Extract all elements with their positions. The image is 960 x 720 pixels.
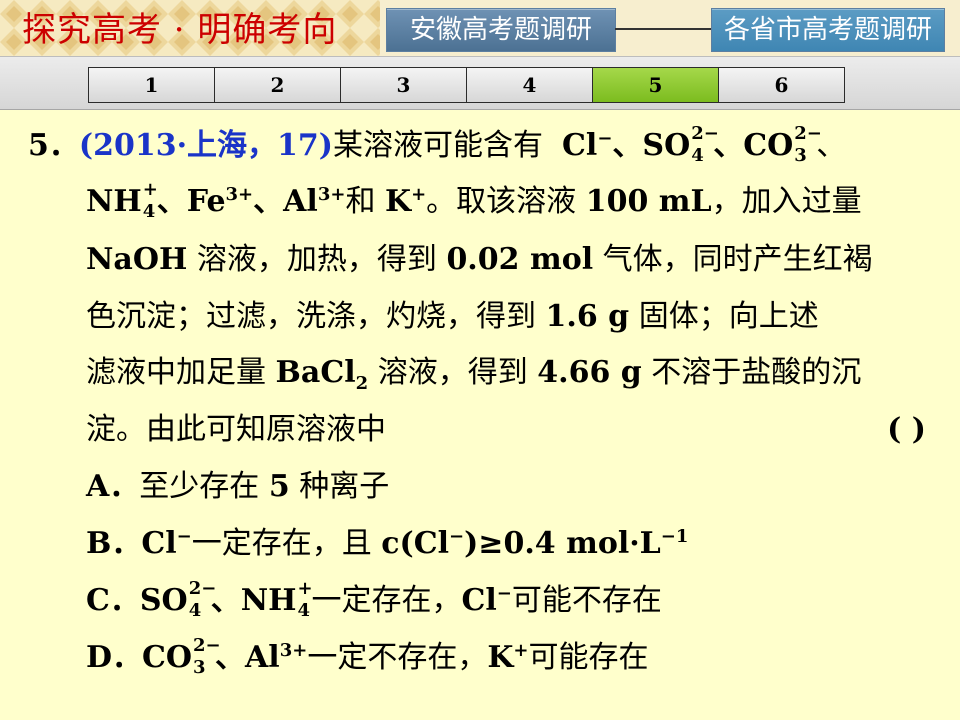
- option-text: 可能存在: [528, 640, 649, 675]
- charge: 3+: [317, 184, 346, 205]
- reagent-naoh: NaOH: [86, 242, 188, 277]
- option-label: B．: [86, 526, 142, 561]
- ion-script: 2− 3: [794, 123, 822, 166]
- option-text: 一定不存在，: [307, 640, 488, 675]
- ion-nh4: 、NH: [210, 583, 297, 618]
- ion-cl: Cl: [461, 583, 497, 618]
- question-number: 5．: [28, 128, 79, 163]
- ion-cl: Cl: [141, 526, 177, 561]
- divider-line: [615, 28, 711, 30]
- charge: 3+: [279, 640, 308, 661]
- ion-cl: Cl: [562, 128, 598, 163]
- question-line-1: 5．(2013·上海，17)某溶液可能含有 Cl−、SO 2− 4 、CO 2− 3、: [28, 123, 846, 167]
- question-text: 溶液，得到: [377, 355, 528, 390]
- volume-value: 100 mL: [585, 184, 712, 219]
- tab-2[interactable]: 2: [215, 68, 341, 102]
- ion-al: 、Al: [253, 184, 318, 219]
- ion-script: 2− 4: [691, 123, 719, 166]
- question-tab-bar: 1 2 3 4 5 6: [0, 56, 960, 110]
- ion-script: +4: [142, 179, 158, 222]
- option-text: 可能不存在: [511, 583, 662, 618]
- charge: −: [597, 128, 613, 149]
- ion-script: 2− 4: [188, 578, 217, 621]
- question-content: 5．(2013·上海，17)某溶液可能含有 Cl−、SO 2− 4 、CO 2− 3、 N…: [0, 112, 960, 720]
- ion-fe: 、Fe: [156, 184, 226, 219]
- option-b[interactable]: B．Cl−一定存在，且 c(Cl−)≥0.4 mol·L−1: [86, 524, 688, 564]
- ion-so4: 、SO: [612, 128, 691, 163]
- option-d[interactable]: D．CO 2− 3 、Al3+一定不存在，K+可能存在: [86, 635, 649, 679]
- option-text: 种离子: [299, 469, 390, 504]
- page-title: 探究高考 · 明确考向: [22, 10, 338, 50]
- question-text: 色沉淀；过滤，洗涤，灼烧，得到: [86, 299, 536, 334]
- ion-so4: SO: [139, 583, 188, 618]
- question-source: (2013·上海，17): [78, 128, 333, 163]
- reagent-bacl2: BaCl: [275, 355, 356, 390]
- option-label: C．: [86, 583, 140, 618]
- ion-k: K: [487, 640, 514, 675]
- ion-nh4: NH: [86, 184, 142, 219]
- question-text: 滤液中加足量: [86, 355, 266, 390]
- question-line-6: 淀。由此可知原溶液中 ( ): [86, 410, 926, 450]
- gas-amount: 0.02 mol: [446, 242, 594, 277]
- concentration-expression: c(Cl: [381, 526, 450, 561]
- ion-co3: 、CO: [713, 128, 794, 163]
- tab-6[interactable]: 6: [719, 68, 844, 102]
- ion-co3: CO: [142, 640, 193, 675]
- question-line-3: NaOH 溶液，加热，得到 0.02 mol 气体，同时产生红褐: [86, 240, 873, 280]
- question-text: ，加入过量: [711, 184, 862, 219]
- question-text: 气体，同时产生红褐: [602, 242, 873, 277]
- charge: −: [176, 526, 192, 547]
- answer-blank: ( ): [887, 412, 926, 447]
- tab-4[interactable]: 4: [467, 68, 593, 102]
- ion-script: 2− 3: [193, 635, 221, 678]
- tab-1[interactable]: 1: [89, 68, 215, 102]
- subscript: 2: [355, 373, 369, 394]
- tab-3[interactable]: 3: [341, 68, 467, 102]
- anhui-exam-button[interactable]: 安徽高考题调研: [386, 8, 616, 52]
- charge: −: [496, 583, 512, 604]
- option-text: 一定存在，: [311, 583, 462, 618]
- charge: −: [449, 526, 465, 547]
- question-text: 不溶于盐酸的沉: [651, 355, 862, 390]
- question-line-4: 色沉淀；过滤，洗涤，灼烧，得到 1.6 g 固体；向上述: [86, 297, 819, 337]
- question-line-2: NH +4 、Fe3+、Al3+和 K+。取该溶液 100 mL，加入过量: [86, 179, 862, 223]
- concentration-expression: )≥0.4 mol·L: [464, 526, 661, 561]
- option-a[interactable]: A．至少存在 5 种离子: [86, 467, 389, 507]
- option-text: 一定存在，且: [191, 526, 372, 561]
- header: 探究高考 · 明确考向 安徽高考题调研 各省市高考题调研: [0, 0, 960, 57]
- ion-al: 、Al: [215, 640, 280, 675]
- charge: +: [411, 184, 427, 205]
- question-text: 溶液，加热，得到: [196, 242, 437, 277]
- question-text: 某溶液可能含有: [332, 128, 543, 163]
- precipitate-mass: 4.66 g: [537, 355, 642, 390]
- option-c[interactable]: C．SO 2− 4 、NH +4 一定存在，Cl−可能不存在: [86, 578, 662, 622]
- question-tabs: 1 2 3 4 5 6: [88, 67, 845, 103]
- ion-script: +4: [297, 578, 313, 621]
- option-number: 5: [268, 469, 290, 504]
- option-label: D．: [86, 640, 143, 675]
- provinces-exam-button[interactable]: 各省市高考题调研: [711, 8, 945, 52]
- option-label: A．: [86, 469, 140, 504]
- question-text: 和: [345, 184, 376, 219]
- question-text: 固体；向上述: [638, 299, 819, 334]
- exponent: −1: [660, 526, 689, 547]
- solid-mass: 1.6 g: [545, 299, 630, 334]
- question-line-5: 滤液中加足量 BaCl2 溶液，得到 4.66 g 不溶于盐酸的沉: [86, 353, 861, 393]
- tab-5[interactable]: 5: [593, 68, 719, 102]
- ion-k: K: [384, 184, 412, 219]
- charge: +: [513, 640, 529, 661]
- charge: 3+: [225, 184, 254, 205]
- question-text: 淀。由此可知原溶液中: [86, 412, 386, 447]
- option-text: 至少存在: [139, 469, 260, 504]
- question-text: 。取该溶液: [426, 184, 577, 219]
